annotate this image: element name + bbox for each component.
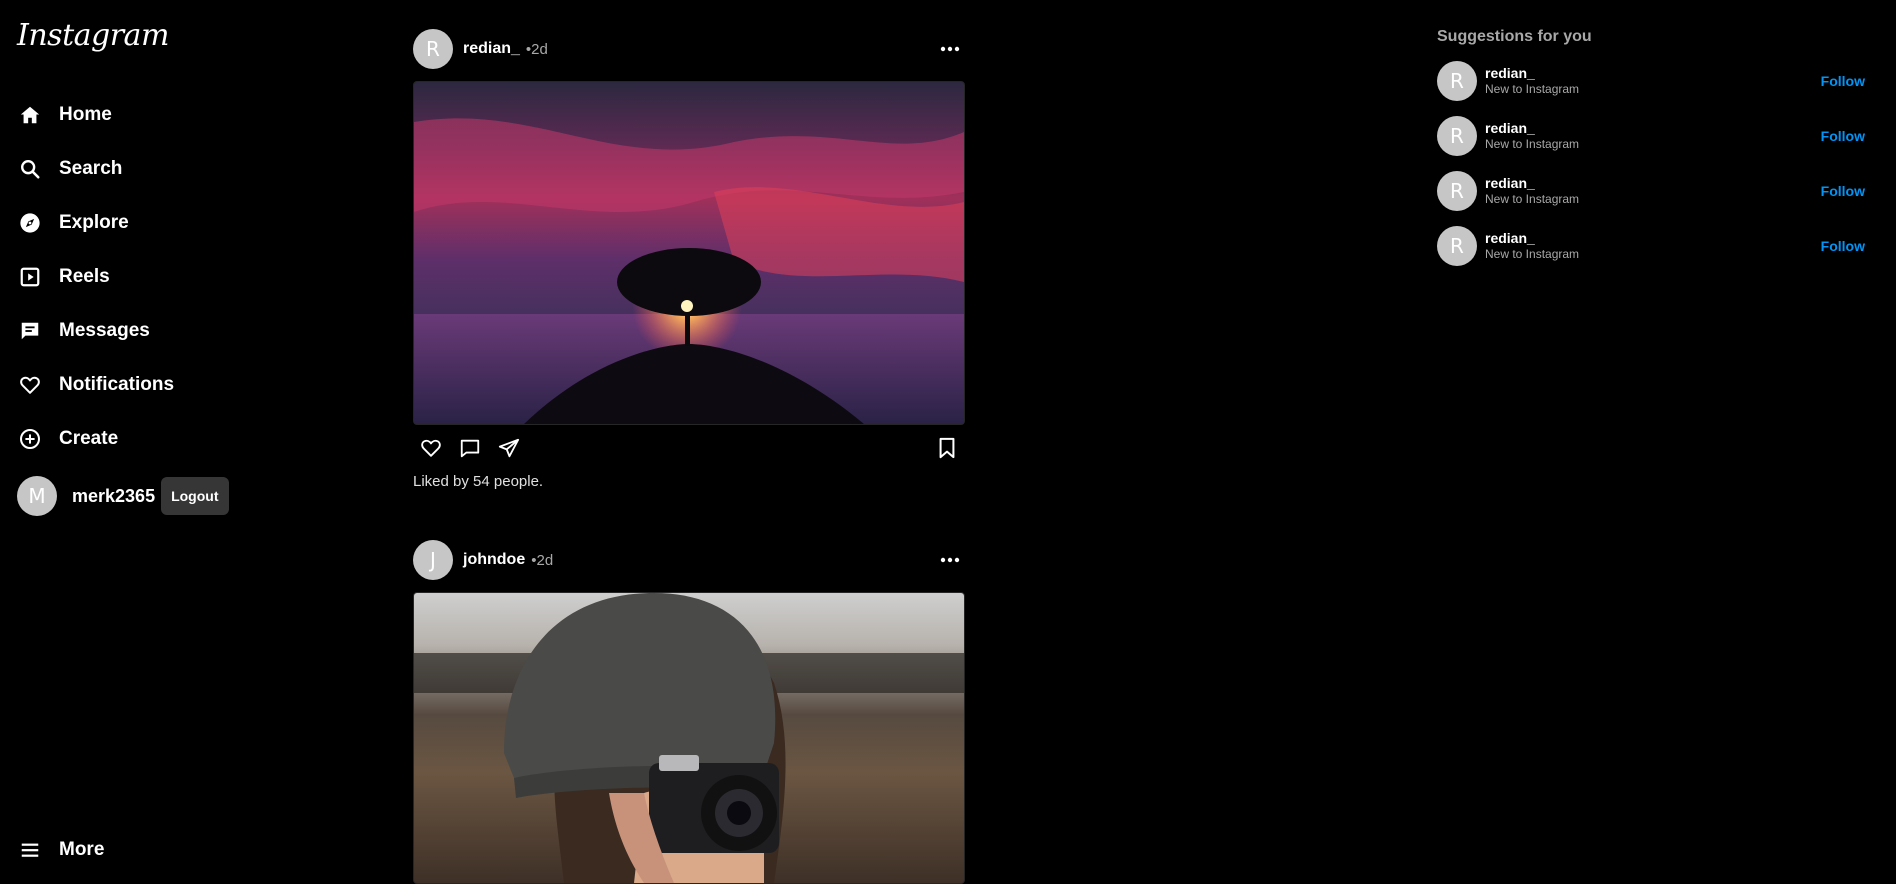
follow-button[interactable]: Follow — [1821, 73, 1865, 89]
sidebar-item-label: Notifications — [59, 374, 175, 395]
suggestions-panel: Suggestions for you R redian_ New to Ins… — [1437, 28, 1867, 273]
sidebar-item-reels[interactable]: Reels — [0, 250, 290, 304]
sidebar-item-messages[interactable]: Messages — [0, 304, 290, 358]
sidebar-item-label: Home — [59, 104, 112, 125]
sidebar-item-label: Create — [59, 428, 119, 449]
profile-section: M merk2365 Logout — [17, 476, 229, 516]
post-actions — [413, 425, 965, 471]
suggestion-text: redian_ New to Instagram — [1485, 120, 1579, 151]
menu-icon — [18, 838, 42, 862]
sidebar-item-notifications[interactable]: Notifications — [0, 358, 290, 412]
avatar[interactable]: R — [1437, 170, 1477, 211]
follow-button[interactable]: Follow — [1821, 128, 1865, 144]
avatar[interactable]: R — [413, 29, 453, 69]
suggestion-item: R redian_ New to Instagram Follow — [1437, 218, 1867, 273]
post-username[interactable]: johndoe — [463, 551, 525, 569]
bookmark-icon[interactable] — [935, 436, 959, 460]
suggestion-text: redian_ New to Instagram — [1485, 65, 1579, 96]
follow-button[interactable]: Follow — [1821, 183, 1865, 199]
post-username[interactable]: redian_ — [463, 40, 520, 58]
post-timestamp: •2d — [525, 40, 548, 58]
sidebar-item-more[interactable]: More — [0, 823, 104, 877]
avatar[interactable]: M — [17, 476, 57, 516]
suggestion-subtitle: New to Instagram — [1485, 192, 1580, 206]
compass-icon — [18, 211, 42, 235]
search-icon — [18, 157, 42, 181]
comment-icon[interactable] — [458, 436, 482, 460]
sidebar-item-search[interactable]: Search — [0, 142, 290, 196]
more-options-icon[interactable] — [935, 37, 965, 61]
suggestion-item: R redian_ New to Instagram Follow — [1437, 53, 1867, 108]
suggestion-username[interactable]: redian_ — [1485, 65, 1579, 81]
home-icon — [18, 103, 42, 127]
more-options-icon[interactable] — [935, 548, 965, 572]
avatar[interactable]: R — [1437, 60, 1477, 101]
heart-icon — [18, 373, 42, 397]
sidebar-item-explore[interactable]: Explore — [0, 196, 290, 250]
reels-icon — [18, 265, 42, 289]
sidebar: Instagram Home Search Explore Reels Mess… — [0, 0, 290, 880]
suggestion-text: redian_ New to Instagram — [1485, 230, 1579, 261]
post-image[interactable] — [413, 592, 965, 884]
post-timestamp: •2d — [531, 551, 554, 569]
photographer-camera-image — [414, 593, 964, 883]
avatar[interactable]: J — [413, 540, 453, 580]
suggestion-item: R redian_ New to Instagram Follow — [1437, 108, 1867, 163]
suggestions-list: R redian_ New to Instagram Follow R redi… — [1437, 53, 1867, 273]
sidebar-item-label: Reels — [59, 266, 110, 287]
avatar[interactable]: R — [1437, 225, 1477, 266]
suggestion-username[interactable]: redian_ — [1485, 120, 1579, 136]
post-header: J johndoe •2d — [413, 536, 965, 584]
suggestion-username[interactable]: redian_ — [1485, 175, 1579, 191]
sunset-tree-image — [414, 118, 964, 424]
share-send-icon[interactable] — [497, 436, 521, 460]
sidebar-item-label: More — [59, 839, 105, 860]
profile-username[interactable]: merk2365 — [72, 486, 155, 507]
messages-icon — [18, 319, 42, 343]
avatar[interactable]: R — [1437, 115, 1477, 156]
post-image[interactable] — [413, 81, 965, 425]
instagram-logo[interactable]: Instagram — [17, 18, 169, 53]
sidebar-item-label: Messages — [59, 320, 150, 341]
suggestion-username[interactable]: redian_ — [1485, 230, 1579, 246]
sidebar-item-label: Explore — [59, 212, 129, 233]
post: R redian_ •2d Liked by 54 people. — [413, 25, 965, 490]
sidebar-item-create[interactable]: Create — [0, 412, 290, 466]
post-header: R redian_ •2d — [413, 25, 965, 73]
like-heart-icon[interactable] — [419, 436, 443, 460]
sidebar-nav: Home Search Explore Reels Messages Notif… — [0, 88, 290, 466]
suggestion-item: R redian_ New to Instagram Follow — [1437, 163, 1867, 218]
suggestions-title: Suggestions for you — [1437, 28, 1592, 45]
suggestion-text: redian_ New to Instagram — [1485, 175, 1579, 206]
post: J johndoe •2d — [413, 536, 965, 884]
sidebar-item-home[interactable]: Home — [0, 88, 290, 142]
suggestion-subtitle: New to Instagram — [1485, 82, 1580, 96]
logout-button[interactable]: Logout — [161, 477, 229, 515]
plus-circle-icon — [18, 427, 42, 451]
follow-button[interactable]: Follow — [1821, 238, 1865, 254]
likes-count: Liked by 54 people. — [413, 473, 544, 490]
suggestion-subtitle: New to Instagram — [1485, 247, 1580, 261]
suggestion-subtitle: New to Instagram — [1485, 137, 1580, 151]
sidebar-item-label: Search — [59, 158, 123, 179]
